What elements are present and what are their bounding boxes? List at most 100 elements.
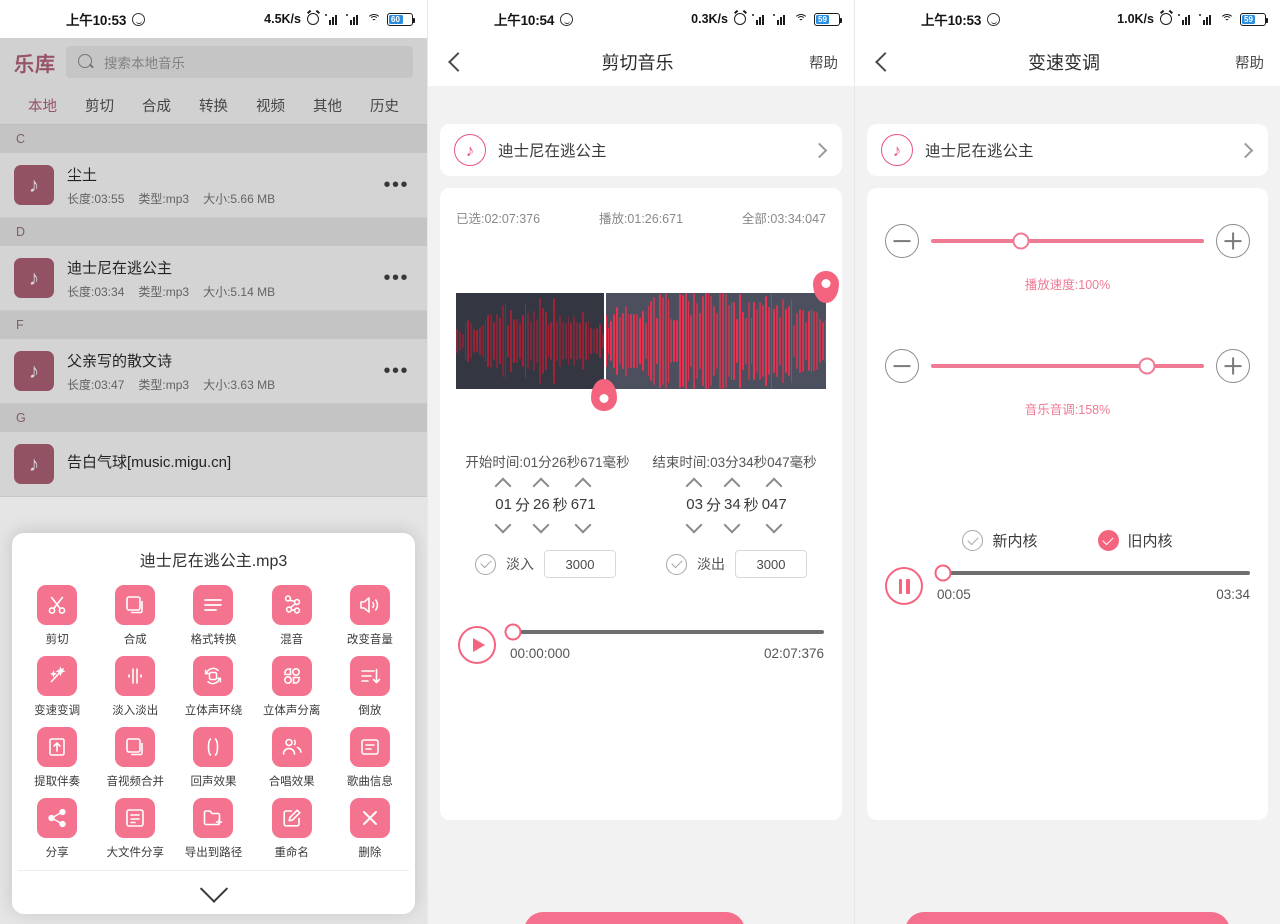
action-reverse[interactable]: 倒放 — [331, 656, 409, 718]
steppers: 01 分 26 秒 671 03 分 34 秒 047 — [450, 479, 832, 530]
save-button[interactable]: 保存 — [523, 912, 745, 924]
action-label: 歌曲信息 — [346, 776, 393, 788]
action-song-info[interactable]: 歌曲信息 — [331, 727, 409, 789]
seek-track[interactable] — [504, 623, 824, 640]
radio-old-kernel[interactable] — [1097, 530, 1119, 551]
start-minutes-stepper[interactable]: 01 — [495, 479, 512, 530]
end-minutes-stepper[interactable]: 03 — [686, 479, 703, 530]
pause-icon[interactable] — [885, 567, 923, 605]
start-millis-stepper[interactable]: 671 — [571, 479, 596, 530]
seek-knob[interactable] — [934, 564, 952, 581]
end-seconds-value: 34 — [723, 496, 741, 513]
chevron-left-icon[interactable] — [871, 51, 893, 73]
action-stereo-split[interactable]: 立体声分离 — [253, 656, 331, 718]
pitch-slider-track[interactable] — [931, 357, 1204, 375]
action-label: 合成 — [123, 634, 147, 646]
collapse-sheet-button[interactable] — [18, 870, 409, 914]
radio-new-kernel[interactable] — [962, 530, 984, 551]
minute-unit: 分 — [705, 496, 721, 514]
playback-controls: 00:05 03:34 — [885, 564, 1250, 605]
chorus-people-icon — [271, 727, 312, 767]
chevron-up-icon[interactable] — [767, 479, 782, 488]
action-echo[interactable]: 回声效果 — [174, 727, 252, 789]
status-bar-right: 上午10:53 1.0K/s 59 — [855, 0, 1280, 38]
action-fade[interactable]: 淡入淡出 — [96, 656, 174, 718]
kernel-option-old[interactable]: 旧内核 — [1097, 530, 1173, 551]
seek-bar[interactable]: 00:00:000 02:07:376 — [504, 623, 824, 661]
action-label: 倒放 — [358, 705, 382, 717]
waveform-editor[interactable] — [456, 271, 839, 411]
action-export-path[interactable]: 导出到路径 — [174, 798, 252, 860]
chevron-right-icon — [1237, 142, 1254, 158]
action-delete[interactable]: 删除 — [331, 798, 409, 860]
chevron-down-icon[interactable] — [534, 521, 549, 530]
start-handle[interactable] — [591, 379, 617, 411]
chevron-up-icon[interactable] — [496, 479, 511, 488]
fade-out-checkbox[interactable] — [666, 553, 687, 575]
chevron-down-icon[interactable] — [496, 521, 511, 530]
chevron-up-icon[interactable] — [725, 479, 740, 488]
action-chorus[interactable]: 合唱效果 — [253, 727, 331, 789]
chevron-left-icon[interactable] — [444, 51, 466, 73]
doc-info-icon — [349, 727, 390, 767]
end-seconds-stepper[interactable]: 34 — [724, 479, 741, 530]
fade-out-input[interactable]: 3000 — [735, 550, 807, 578]
save-button[interactable]: 保存 — [905, 912, 1230, 924]
fade-in-input[interactable]: 3000 — [544, 550, 616, 578]
action-stereo-surround[interactable]: 立体声环绕 — [174, 656, 252, 718]
action-rename[interactable]: 重命名 — [253, 798, 331, 860]
track-selector[interactable]: ♪ 迪士尼在逃公主 — [867, 124, 1268, 176]
merge-squares-icon — [115, 585, 156, 625]
action-label: 大文件分享 — [106, 847, 165, 859]
nav-bar: 剪切音乐 帮助 — [428, 38, 854, 86]
track-selector[interactable]: ♪ 迪士尼在逃公主 — [440, 124, 842, 176]
seek-knob[interactable] — [504, 623, 522, 640]
fade-in-checkbox[interactable] — [475, 553, 496, 575]
seek-bar[interactable]: 00:05 03:34 — [934, 564, 1250, 602]
help-button[interactable]: 帮助 — [809, 52, 838, 73]
action-cut[interactable]: 剪切 — [18, 585, 96, 647]
start-seconds-stepper[interactable]: 26 — [533, 479, 550, 530]
action-merge[interactable]: 合成 — [96, 585, 174, 647]
status-time: 上午10:54 — [494, 13, 555, 28]
battery-level: 59 — [818, 14, 827, 24]
seek-track[interactable] — [934, 564, 1250, 581]
start-stepper: 01 分 26 秒 671 — [450, 479, 641, 530]
speed-body: ♪ 迪士尼在逃公主 播放速度:100% 音乐音调:158% 新内核 旧内核 00… — [855, 124, 1280, 924]
chevron-down-icon[interactable] — [725, 521, 740, 530]
chevron-down-icon[interactable] — [767, 521, 782, 530]
action-big-file-share[interactable]: 大文件分享 — [96, 798, 174, 860]
plus-circle-icon[interactable] — [1216, 349, 1250, 383]
speed-slider-knob[interactable] — [1012, 232, 1030, 250]
current-time: 00:05 — [937, 586, 971, 602]
page-title: 变速变调 — [1028, 53, 1100, 73]
chevron-down-icon[interactable] — [576, 521, 591, 530]
minus-circle-icon[interactable] — [885, 224, 919, 258]
help-button[interactable]: 帮助 — [1235, 52, 1264, 73]
action-av-merge[interactable]: 音视频合并 — [96, 727, 174, 789]
speed-pitch-screen: 上午10:53 1.0K/s 59 变速变调 帮助 ♪ 迪士尼在逃公主 播放速度… — [854, 0, 1280, 924]
action-speed-pitch[interactable]: 变速变调 — [18, 656, 96, 718]
close-x-icon — [349, 798, 390, 838]
action-format-convert[interactable]: 格式转换 — [174, 585, 252, 647]
chevron-up-icon[interactable] — [534, 479, 549, 488]
chevron-up-icon[interactable] — [576, 479, 591, 488]
plus-circle-icon[interactable] — [1216, 224, 1250, 258]
action-change-volume[interactable]: 改变音量 — [331, 585, 409, 647]
chevron-down-icon[interactable] — [687, 521, 702, 530]
action-label: 混音 — [280, 634, 304, 646]
pitch-slider-knob[interactable] — [1138, 357, 1156, 375]
minus-circle-icon[interactable] — [885, 349, 919, 383]
speed-slider-track[interactable] — [931, 232, 1204, 250]
action-label: 重命名 — [274, 847, 309, 859]
kernel-option-new[interactable]: 新内核 — [962, 530, 1038, 551]
play-icon[interactable] — [458, 626, 496, 664]
end-millis-stepper[interactable]: 047 — [762, 479, 787, 530]
folder-plus-icon — [193, 798, 234, 838]
end-handle[interactable] — [813, 271, 839, 303]
action-extract-accompaniment[interactable]: 提取伴奏 — [18, 727, 96, 789]
action-mix[interactable]: 混音 — [253, 585, 331, 647]
chevron-up-icon[interactable] — [687, 479, 702, 488]
action-share[interactable]: 分享 — [18, 798, 96, 860]
end-stepper: 03 分 34 秒 047 — [641, 479, 832, 530]
